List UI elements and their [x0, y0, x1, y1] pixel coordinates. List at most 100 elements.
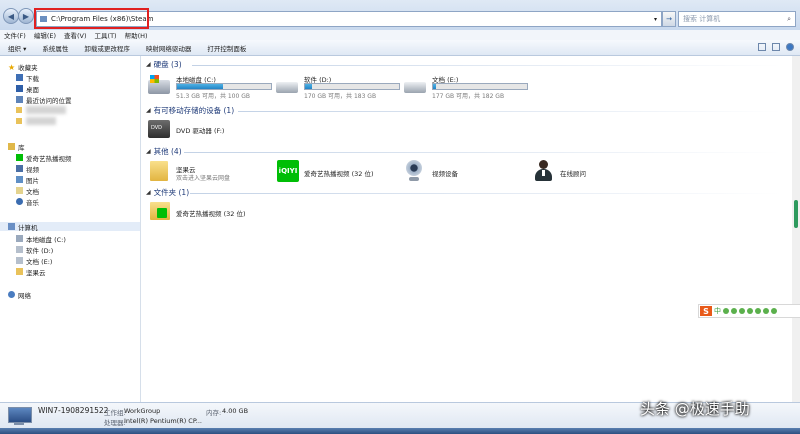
iqiyi-icon — [16, 154, 23, 161]
drive-tile-e[interactable]: 文档 (E:) 177 GB 可用，共 182 GB — [404, 72, 529, 102]
watermark: 头条 @极速手助 — [640, 400, 750, 418]
ime-toolbar[interactable]: S 中 — [698, 304, 800, 318]
nav-item-music[interactable]: 音乐 — [16, 197, 39, 207]
group-header-folders[interactable]: ◢ 文件夹 (1) — [146, 187, 189, 198]
group-divider — [238, 111, 782, 112]
taskbar[interactable] — [0, 428, 800, 434]
folder-name: 爱奇艺热播视频 (32 位) — [176, 210, 246, 218]
nav-item-recent-places[interactable]: 最近访问的位置 — [16, 95, 72, 105]
ime-mode-label[interactable]: 中 — [714, 306, 721, 316]
menu-edit[interactable]: 编辑(E) — [34, 30, 56, 40]
other-name: 爱奇艺热播视频 (32 位) — [304, 170, 374, 178]
cpu-value: Intel(R) Pentium(R) CP... — [124, 417, 202, 425]
memory-value: 4.00 GB — [222, 407, 249, 415]
dropdown-arrow-icon[interactable]: ▾ — [654, 16, 657, 23]
drive-icon — [16, 257, 23, 264]
other-tile-online-advisor[interactable]: 在线顾问 — [532, 158, 652, 186]
drive-usage-bar — [304, 83, 400, 90]
other-tile-jianguoyun[interactable]: 坚果云 双击进入坚果云网盘 — [148, 158, 268, 186]
nav-network-label: 网络 — [18, 291, 31, 300]
ime-punctuation-icon[interactable] — [723, 308, 729, 314]
nav-item-videos[interactable]: 视频 — [16, 164, 39, 174]
search-input[interactable]: 搜索 计算机 ⌕ — [678, 11, 796, 27]
search-placeholder: 搜索 计算机 — [683, 15, 721, 23]
nav-network[interactable]: 网络 — [8, 290, 31, 300]
desktop-icon — [16, 85, 23, 92]
view-options-icon[interactable] — [758, 43, 766, 51]
drive-tile-c[interactable]: 本地磁盘 (C:) 51.3 GB 可用，共 100 GB — [148, 72, 273, 102]
star-icon: ★ — [8, 63, 16, 72]
drive-icon — [404, 82, 426, 93]
nav-favorites-label: 收藏夹 — [18, 63, 38, 72]
group-header-other[interactable]: ◢ 其他 (4) — [146, 146, 182, 157]
nav-item-label: 下载 — [26, 74, 39, 83]
nav-item-iqiyi[interactable]: 爱奇艺热播视频 — [16, 153, 72, 163]
nav-libraries-label: 库 — [18, 143, 25, 152]
menu-file[interactable]: 文件(F) — [4, 30, 26, 40]
sogou-ime-icon[interactable]: S — [700, 306, 712, 316]
nav-item-jianguoyun[interactable]: 坚果云 — [16, 267, 46, 277]
drive-tile-d[interactable]: 软件 (D:) 170 GB 可用，共 183 GB — [276, 72, 401, 102]
system-drive-icon — [16, 235, 23, 242]
menu-help[interactable]: 帮助(H) — [125, 30, 148, 40]
nav-item-downloads[interactable]: 下载 — [16, 73, 39, 83]
folder-tile-iqiyi[interactable]: 爱奇艺热播视频 (32 位) — [148, 200, 278, 226]
other-tile-iqiyi[interactable]: iQIYI 爱奇艺热播视频 (32 位) — [276, 158, 396, 186]
open-control-panel-button[interactable]: 打开控制面板 — [207, 43, 246, 53]
scrollbar-thumb[interactable] — [794, 200, 798, 228]
ime-tools-icon[interactable] — [771, 308, 777, 314]
nav-computer-label: 计算机 — [18, 223, 38, 232]
library-icon — [8, 143, 15, 150]
nav-item-label: 爱奇艺热播视频 — [26, 154, 72, 163]
collapse-arrow-icon: ◢ — [146, 61, 151, 68]
other-tile-video-device[interactable]: 视频设备 — [404, 158, 524, 186]
other-name: 视频设备 — [432, 170, 458, 178]
forward-button[interactable]: ▶ — [18, 8, 34, 24]
organize-button[interactable]: 组织 ▾ — [8, 43, 26, 53]
cpu-label: 处理器: — [104, 419, 126, 427]
menu-view[interactable]: 查看(V) — [64, 30, 87, 40]
nav-item-label: 文档 (E:) — [26, 257, 53, 266]
group-header-removable[interactable]: ◢ 有可移动存储的设备 (1) — [146, 105, 234, 116]
video-library-icon — [16, 165, 23, 172]
uninstall-program-button[interactable]: 卸载或更改程序 — [84, 43, 130, 53]
nav-item-pictures[interactable]: 图片 — [16, 175, 39, 185]
nav-item-desktop[interactable]: 桌面 — [16, 84, 39, 94]
address-highlight-box — [34, 8, 149, 29]
ime-shirt-icon[interactable] — [763, 308, 769, 314]
help-icon[interactable] — [786, 43, 794, 51]
nav-item-drive-c[interactable]: 本地磁盘 (C:) — [16, 234, 66, 244]
menu-bar: 文件(F) 编辑(E) 查看(V) 工具(T) 帮助(H) — [0, 30, 800, 40]
map-network-drive-button[interactable]: 映射网络驱动器 — [146, 43, 192, 53]
other-name: 在线顾问 — [560, 170, 586, 178]
dvd-drive-tile[interactable]: DVD DVD 驱动器 (F:) — [148, 118, 258, 142]
content-pane: ◢ 硬盘 (3) 本地磁盘 (C:) 51.3 GB 可用，共 100 GB 软… — [142, 56, 792, 402]
content-scrollbar[interactable] — [792, 56, 800, 402]
menu-tools[interactable]: 工具(T) — [95, 30, 117, 40]
drive-usage-fill — [433, 84, 436, 89]
back-button[interactable]: ◀ — [3, 8, 19, 24]
preview-pane-icon[interactable] — [772, 43, 780, 51]
nav-libraries[interactable]: 库 — [8, 142, 25, 152]
nav-computer[interactable]: 计算机 — [0, 222, 140, 232]
back-arrow-icon: ◀ — [7, 11, 15, 21]
go-button[interactable]: → — [662, 11, 676, 27]
nav-item-documents[interactable]: 文档 — [16, 186, 39, 196]
ime-emoji-icon[interactable] — [731, 308, 737, 314]
group-label: 其他 (4) — [153, 147, 182, 156]
nav-item-drive-e[interactable]: 文档 (E:) — [16, 256, 53, 266]
nav-item-label: 文档 — [26, 187, 39, 196]
group-header-hdd[interactable]: ◢ 硬盘 (3) — [146, 59, 182, 70]
nav-item-label: 最近访问的位置 — [26, 96, 72, 105]
memory-label: 内存: — [206, 409, 222, 417]
system-properties-button[interactable]: 系统属性 — [42, 43, 68, 53]
ime-voice-icon[interactable] — [739, 308, 745, 314]
download-folder-icon — [16, 74, 23, 81]
nav-favorites[interactable]: ★ 收藏夹 — [8, 62, 38, 72]
ime-skin-icon[interactable] — [755, 308, 761, 314]
recent-places-icon — [16, 96, 23, 103]
ime-keyboard-icon[interactable] — [747, 308, 753, 314]
pc-name: WIN7-1908291522 — [38, 406, 109, 415]
group-label: 硬盘 (3) — [153, 60, 182, 69]
nav-item-drive-d[interactable]: 软件 (D:) — [16, 245, 53, 255]
